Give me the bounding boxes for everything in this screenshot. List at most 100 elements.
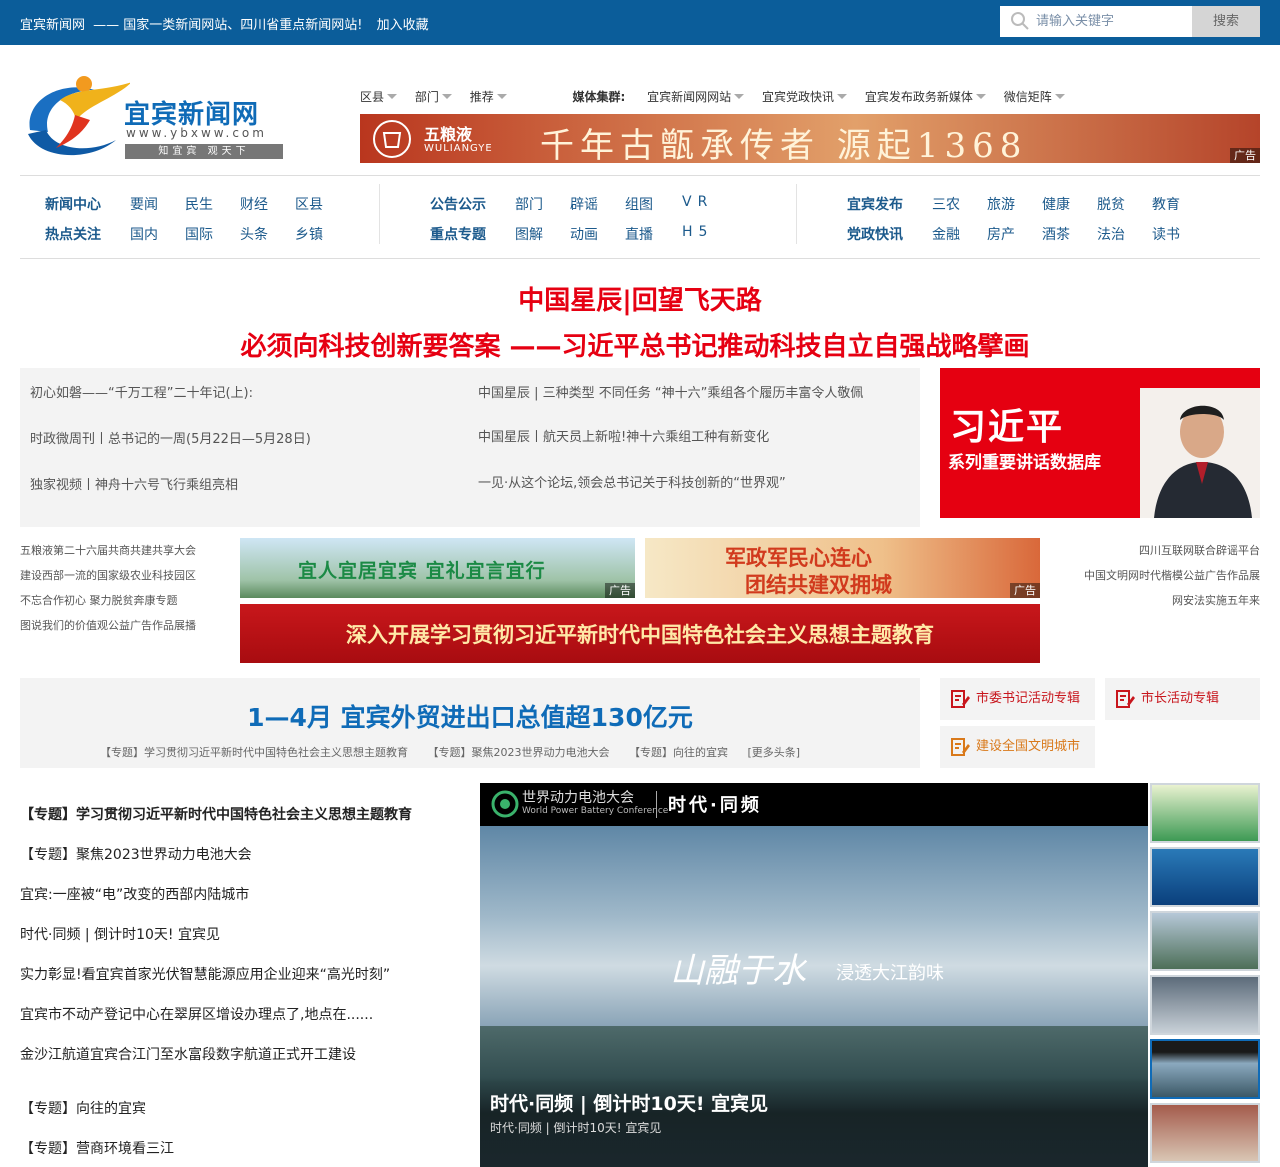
nav-h5[interactable]: H5 (682, 224, 713, 240)
edit-document-icon (951, 690, 970, 708)
ad-banner-wuliangye[interactable]: 五粮液 WULIANGYE 千年古甑承传者 源起1368 广告 (360, 114, 1260, 163)
side-link[interactable]: 五粮液第二十六届共商共建共享大会 (20, 538, 196, 563)
special-mayor-album[interactable]: 市长活动专辑 (1105, 678, 1260, 720)
topic-link[interactable]: 【专题】学习贯彻习近平新时代中国特色社会主义思想主题教育 (100, 746, 408, 759)
news-link[interactable]: 时政微周刊丨总书记的一周(5月22日—5月28日) (30, 428, 311, 447)
special-civilized-city[interactable]: 建设全国文明城市 (940, 726, 1095, 768)
site-logo[interactable]: 宜宾新闻网 www.ybxww.com 知宜宾 观天下 (20, 70, 290, 165)
nav-photo-sets[interactable]: 组图 (625, 194, 653, 214)
thumbnail[interactable] (1150, 783, 1260, 843)
dropdown-media-party-news[interactable]: 宜宾党政快讯 (762, 88, 847, 105)
side-link[interactable]: 不忘合作初心 聚力脱贫奔康专题 (20, 588, 196, 613)
dropdown-media-website[interactable]: 宜宾新闻网网站 (647, 88, 744, 105)
nav-banking[interactable]: 金融 (932, 224, 960, 244)
side-link[interactable]: 中国文明网时代楷模公益广告作品展 (1050, 563, 1260, 588)
nav-headlines[interactable]: 要闻 (130, 194, 158, 214)
nav-livelihood[interactable]: 民生 (185, 194, 213, 214)
side-link[interactable]: 图说我们的价值观公益广告作品展播 (20, 613, 196, 638)
nav-reading[interactable]: 读书 (1152, 224, 1180, 244)
bookmark-link[interactable]: 加入收藏 (377, 18, 429, 33)
top-story-headline[interactable]: 1—4月 宜宾外贸进出口总值超130亿元 (20, 698, 920, 734)
search-button[interactable]: 搜索 (1192, 6, 1260, 37)
more-headlines-link[interactable]: [更多头条] (748, 746, 801, 759)
nav-poverty[interactable]: 脱贫 (1097, 194, 1125, 214)
news-link[interactable]: 中国星辰 | 三种类型 不同任务 “神十六”乘组各个履历丰富令人敬佩 (478, 382, 863, 401)
list-item[interactable]: 宜宾市不动产登记中心在翠屏区增设办理点了,地点在...... (20, 1004, 373, 1024)
news-link[interactable]: 独家视频丨神舟十六号飞行乘组亮相 (30, 474, 238, 493)
news-link[interactable]: 中国星辰丨航天员上新啦!神十六乘组工种有新变化 (478, 426, 769, 445)
search-input[interactable] (1036, 6, 1186, 37)
list-item[interactable]: 时代·同频 | 倒计时10天! 宜宾见 (20, 924, 220, 944)
nav-towns[interactable]: 乡镇 (295, 224, 323, 244)
ad-banner-livable-yibin[interactable]: 宜人宜居宜宾 宜礼宜言宜行 广告 (240, 538, 635, 598)
nav-news-center[interactable]: 新闻中心 (45, 194, 101, 214)
nav-health[interactable]: 健康 (1042, 194, 1070, 214)
dropdown-districts[interactable]: 区县 (360, 88, 397, 105)
list-item[interactable]: 【专题】聚焦2023世界动力电池大会 (20, 844, 252, 864)
list-item[interactable]: 【专题】学习贯彻习近平新时代中国特色社会主义思想主题教育 (20, 804, 412, 824)
divider (20, 175, 1260, 176)
nav-rumor-refute[interactable]: 辟谣 (570, 194, 598, 214)
video-caption-title[interactable]: 时代·同频 | 倒计时10天! 宜宾见 (490, 1089, 768, 1116)
nav-education[interactable]: 教育 (1152, 194, 1180, 214)
nav-districts[interactable]: 区县 (295, 194, 323, 214)
topic-link[interactable]: 【专题】聚焦2023世界动力电池大会 (428, 746, 610, 759)
nav-vr[interactable]: VR (682, 194, 713, 210)
site-name-link[interactable]: 宜宾新闻网 (20, 18, 85, 33)
nav-key-topics[interactable]: 重点专题 (430, 224, 486, 244)
side-link[interactable]: 网安法实施五年来 (1050, 588, 1260, 613)
news-link[interactable]: 一见·从这个论坛,领会总书记关于科技创新的“世界观” (478, 472, 786, 491)
conference-logo-icon (491, 790, 519, 818)
nav-real-estate[interactable]: 房产 (987, 224, 1015, 244)
top-slogan: 宜宾新闻网 —— 国家一类新闻网站、四川省重点新闻网站! 加入收藏 (20, 14, 433, 33)
nav-departments[interactable]: 部门 (515, 194, 543, 214)
list-item[interactable]: 【专题】向往的宜宾 (20, 1098, 146, 1118)
thumbnail[interactable] (1150, 975, 1260, 1035)
nav-law[interactable]: 法治 (1097, 224, 1125, 244)
thumbnail[interactable] (1150, 847, 1260, 907)
nav-liquor-tea[interactable]: 酒茶 (1042, 224, 1070, 244)
thumbnail[interactable] (1150, 911, 1260, 971)
xi-speech-database-banner[interactable]: 习近平 系列重要讲话数据库 (940, 368, 1260, 518)
nav-agriculture[interactable]: 三农 (932, 194, 960, 214)
nav-live[interactable]: 直播 (625, 224, 653, 244)
dropdown-media-gov[interactable]: 宜宾发布政务新媒体 (865, 88, 986, 105)
headline-primary[interactable]: 中国星辰|回望飞天路 (0, 280, 1280, 317)
dropdown-departments[interactable]: 部门 (415, 88, 452, 105)
side-link[interactable]: 四川互联网联合辟谣平台 (1050, 538, 1260, 563)
dropdown-media-wechat[interactable]: 微信矩阵 (1004, 88, 1065, 105)
nav-animation[interactable]: 动画 (570, 224, 598, 244)
banner-theme-education[interactable]: 深入开展学习贯彻习近平新时代中国特色社会主义思想主题教育 (240, 604, 1040, 663)
wuliangye-slogan: 千年古甑承传者 源起1368 (540, 126, 1028, 163)
banner-text: 宜人宜居宜宾 宜礼宜言宜行 (298, 560, 546, 582)
special-secretary-album[interactable]: 市委书记活动专辑 (940, 678, 1095, 720)
list-item[interactable]: 宜宾:一座被“电”改变的西部内陆城市 (20, 884, 249, 904)
featured-video[interactable]: 世界动力电池大会 World Power Battery Conference … (480, 783, 1148, 1167)
nav-announcements[interactable]: 公告公示 (430, 194, 486, 214)
news-link[interactable]: 初心如磐——“千万工程”二十年记(上): (30, 382, 253, 401)
dropdown-recommended[interactable]: 推荐 (470, 88, 507, 105)
thumbnail-active[interactable] (1150, 1039, 1260, 1099)
nav-yibin-release[interactable]: 宜宾发布 (847, 194, 903, 214)
nav-domestic[interactable]: 国内 (130, 224, 158, 244)
topic-link[interactable]: 【专题】向往的宜宾 (629, 746, 728, 759)
nav-top-news[interactable]: 头条 (240, 224, 268, 244)
nav-international[interactable]: 国际 (185, 224, 213, 244)
list-item[interactable]: 实力彰显!看宜宾首家光伏智慧能源应用企业迎来“高光时刻” (20, 964, 390, 984)
nav-infographics[interactable]: 图解 (515, 224, 543, 244)
headline-secondary[interactable]: 必须向科技创新要答案 ——习近平总书记推动科技自立自强战略擘画 (0, 326, 1270, 363)
list-item[interactable]: 【专题】营商环境看三江 (20, 1138, 174, 1158)
nav-party-news[interactable]: 党政快讯 (847, 224, 903, 244)
nav-group-news: 新闻中心 要闻 民生 财经 区县 热点关注 国内 国际 头条 乡镇 (20, 184, 370, 246)
side-link[interactable]: 建设西部一流的国家级农业科技园区 (20, 563, 196, 588)
wuliangye-brand: 五粮液 WULIANGYE (372, 118, 512, 159)
nav-hot-focus[interactable]: 热点关注 (45, 224, 101, 244)
video-calligraphy-sub: 浸透大江韵味 (836, 963, 944, 984)
topic-links: 【专题】学习贯彻习近平新时代中国特色社会主义思想主题教育 【专题】聚焦2023世… (100, 744, 816, 760)
list-item[interactable]: 金沙江航道宜宾合江门至水富段数字航道正式开工建设 (20, 1044, 356, 1064)
nav-tourism[interactable]: 旅游 (987, 194, 1015, 214)
ad-banner-army-civilian[interactable]: 军政军民心连心 团结共建双拥城 广告 (645, 538, 1040, 598)
thumbnail[interactable] (1150, 1103, 1260, 1163)
site-tagline: —— 国家一类新闻网站、四川省重点新闻网站! (93, 18, 363, 33)
nav-finance[interactable]: 财经 (240, 194, 268, 214)
